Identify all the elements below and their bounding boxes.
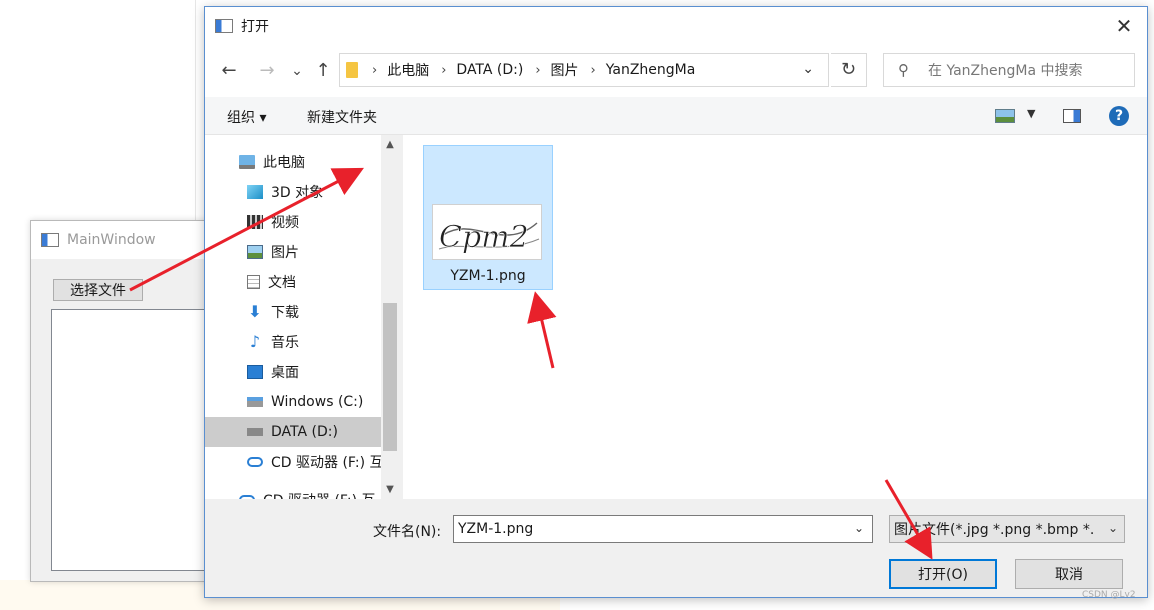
nav-item-cd-drive[interactable]: CD 驱动器 (F:) 互 [205, 447, 384, 477]
nav-item-label: 图片 [271, 245, 299, 261]
filetype-select[interactable]: 图片文件(*.jpg *.png *.bmp *. ⌄ [889, 515, 1125, 543]
nav-item-label: 视频 [271, 215, 299, 231]
open-button[interactable]: 打开(O) [889, 559, 997, 589]
nav-item-label: 此电脑 [263, 155, 305, 171]
cd-drive-icon [247, 457, 263, 467]
file-name: YZM-1.png [450, 268, 526, 284]
search-icon: ⚲ [898, 61, 909, 79]
main-window-titlebar: MainWindow [31, 221, 209, 259]
breadcrumb-separator: › [441, 62, 447, 78]
nav-item-documents[interactable]: 文档 [205, 267, 381, 297]
chevron-down-icon[interactable]: ⌄ [854, 521, 864, 535]
cancel-button[interactable]: 取消 [1015, 559, 1123, 589]
filename-value: YZM-1.png [458, 521, 534, 537]
organize-menu[interactable]: 组织 ▾ [227, 107, 266, 127]
breadcrumb-this-pc[interactable]: 此电脑 [387, 60, 429, 80]
nav-item-cd-drive[interactable]: CD 驱动器 (F:) 互 [205, 485, 381, 499]
drive-icon [247, 428, 263, 436]
app-window-icon [215, 19, 233, 33]
thumbnail-text: Cpm2 [439, 220, 529, 255]
breadcrumb-separator: › [535, 62, 541, 78]
nav-item-3d-objects[interactable]: 3D 对象 [205, 177, 381, 207]
nav-item-desktop[interactable]: 桌面 [205, 357, 381, 387]
filename-input[interactable]: YZM-1.png ⌄ [453, 515, 873, 543]
nav-pane-scrollbar[interactable]: ▲ ▼ [381, 135, 399, 499]
text-area[interactable] [51, 309, 211, 571]
nav-item-label: 3D 对象 [271, 185, 324, 201]
main-window: MainWindow 选择文件 [30, 220, 211, 582]
scroll-down-icon[interactable]: ▼ [381, 484, 399, 495]
command-toolbar: 组织 ▾ 新建文件夹 ▼ ? [205, 97, 1147, 135]
nav-item-label: 下载 [271, 305, 299, 321]
drive-icon [247, 397, 263, 407]
cube-icon [247, 185, 263, 199]
pictures-icon [247, 245, 263, 259]
computer-icon [239, 155, 255, 169]
filetype-value: 图片文件(*.jpg *.png *.bmp *. [894, 522, 1095, 538]
nav-item-downloads[interactable]: ⬇ 下载 [205, 297, 381, 327]
nav-item-music[interactable]: ♪ 音乐 [205, 327, 381, 357]
filename-label: 文件名(N): [373, 524, 442, 540]
nav-item-this-pc[interactable]: 此电脑 [205, 147, 381, 177]
nav-item-label: Windows (C:) [271, 394, 364, 410]
nav-item-label: 文档 [268, 275, 296, 291]
music-icon: ♪ [249, 332, 261, 351]
breadcrumb-separator: › [372, 62, 378, 78]
up-arrow-icon[interactable]: ↑ [311, 59, 335, 83]
breadcrumb-pictures[interactable]: 图片 [551, 60, 579, 80]
address-bar[interactable]: › 此电脑 › DATA (D:) › 图片 › YanZhengMa ⌄ [339, 53, 829, 87]
search-placeholder: 在 YanZhengMa 中搜索 [928, 63, 1083, 79]
breadcrumb-separator: › [590, 62, 596, 78]
navigation-bar: ← → ⌄ ↑ › 此电脑 › DATA (D:) › 图片 › YanZhen… [205, 45, 1147, 97]
navigation-pane: 此电脑 3D 对象 视频 图片 文档 ⬇ 下载 ♪ 音乐 桌面 Windows … [205, 135, 399, 499]
help-icon[interactable]: ? [1109, 106, 1129, 126]
nav-item-data-drive[interactable]: DATA (D:) [205, 417, 381, 447]
recent-locations-icon[interactable]: ⌄ [285, 59, 309, 83]
main-window-title: MainWindow [67, 232, 156, 248]
search-input[interactable]: ⚲ 在 YanZhengMa 中搜索 [883, 53, 1135, 87]
dialog-title: 打开 [241, 19, 269, 35]
close-icon[interactable]: ✕ [1111, 13, 1137, 39]
choose-file-button[interactable]: 选择文件 [53, 279, 143, 301]
file-list: Cpm2 YZM-1.png [403, 135, 1147, 499]
chevron-down-icon[interactable]: ⌄ [802, 61, 814, 77]
document-icon [247, 275, 260, 289]
nav-item-label: DATA (D:) [271, 424, 338, 440]
scrollbar-thumb[interactable] [383, 303, 397, 451]
nav-item-label: 桌面 [271, 365, 299, 381]
forward-arrow-icon[interactable]: → [255, 59, 279, 83]
nav-item-pictures[interactable]: 图片 [205, 237, 381, 267]
captcha-thumbnail: Cpm2 [432, 204, 542, 260]
watermark: CSDN @Lv2 [1082, 590, 1136, 600]
nav-item-label: CD 驱动器 (F:) 互 [263, 490, 376, 499]
folder-icon [346, 62, 358, 78]
nav-item-windows-drive[interactable]: Windows (C:) [205, 387, 381, 417]
dialog-titlebar: 打开 ✕ [205, 7, 1147, 45]
nav-item-videos[interactable]: 视频 [205, 207, 381, 237]
video-icon [247, 215, 263, 229]
chevron-down-icon[interactable]: ▼ [1027, 107, 1035, 120]
desktop-icon [247, 365, 263, 379]
dialog-footer: 文件名(N): YZM-1.png ⌄ 图片文件(*.jpg *.png *.b… [205, 499, 1147, 597]
open-file-dialog: 打开 ✕ ← → ⌄ ↑ › 此电脑 › DATA (D:) › 图片 › Ya… [204, 6, 1148, 598]
preview-pane-icon[interactable] [1063, 109, 1081, 123]
back-arrow-icon[interactable]: ← [217, 59, 241, 83]
new-folder-button[interactable]: 新建文件夹 [307, 107, 377, 127]
nav-item-label: CD 驱动器 (F:) 互 [271, 455, 384, 471]
scroll-up-icon[interactable]: ▲ [381, 139, 399, 150]
chevron-down-icon[interactable]: ⌄ [1105, 521, 1118, 535]
view-options-icon[interactable] [995, 109, 1015, 123]
download-icon: ⬇ [248, 302, 262, 321]
refresh-icon[interactable]: ↻ [831, 53, 867, 87]
file-item-yzm-1[interactable]: Cpm2 YZM-1.png [423, 145, 553, 290]
app-window-icon [41, 233, 59, 247]
breadcrumb-data-drive[interactable]: DATA (D:) [456, 62, 523, 78]
breadcrumb-yanzhengma[interactable]: YanZhengMa [606, 62, 696, 78]
nav-item-label: 音乐 [271, 335, 299, 351]
